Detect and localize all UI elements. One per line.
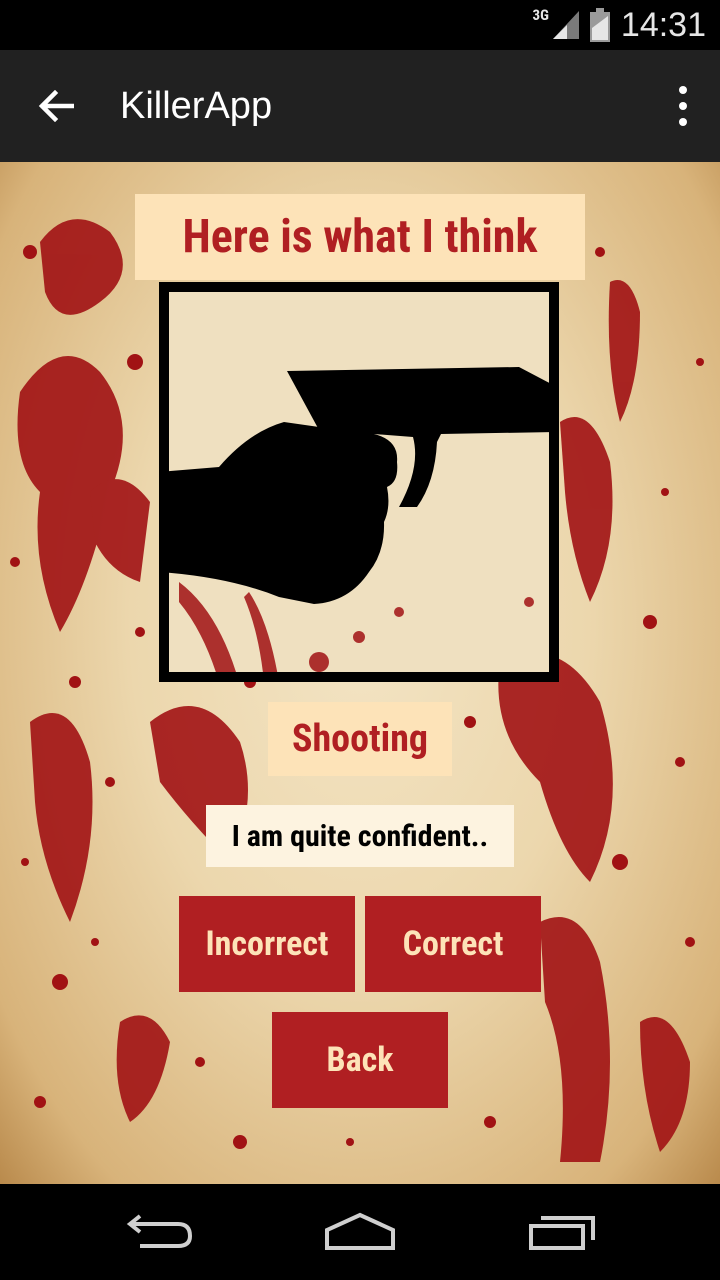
overflow-menu-button[interactable] [668,86,698,126]
home-nav-icon [325,1212,395,1250]
overflow-menu-icon [679,86,687,94]
network-type: 3G [532,6,549,24]
prediction-image [159,282,559,682]
nav-back-button[interactable] [80,1184,240,1280]
page-heading: Here is what I think [135,194,585,280]
correct-button[interactable]: Correct [365,896,541,992]
back-button-main[interactable]: Back [272,1012,448,1108]
nav-recents-button[interactable] [482,1184,642,1280]
clock: 14:31 [620,5,706,44]
back-nav-icon [126,1214,193,1248]
confidence-text: I am quite confident.. [206,805,514,867]
gun-in-hand-icon [169,367,549,672]
app-bar: KillerApp [0,50,720,162]
incorrect-button[interactable]: Incorrect [179,896,355,992]
signal-icon [552,11,579,39]
recents-nav-icon [529,1216,595,1250]
app-title: KillerApp [120,84,273,127]
nav-home-button[interactable] [280,1184,440,1280]
main-content: Here is what I think Shooting I am quite… [0,162,720,1184]
arrow-back-icon [38,90,74,122]
battery-icon [589,8,610,42]
back-button[interactable] [0,50,112,162]
system-nav-bar [0,1184,720,1280]
status-bar: 3G 14:31 [0,0,720,50]
prediction-label: Shooting [268,702,452,776]
